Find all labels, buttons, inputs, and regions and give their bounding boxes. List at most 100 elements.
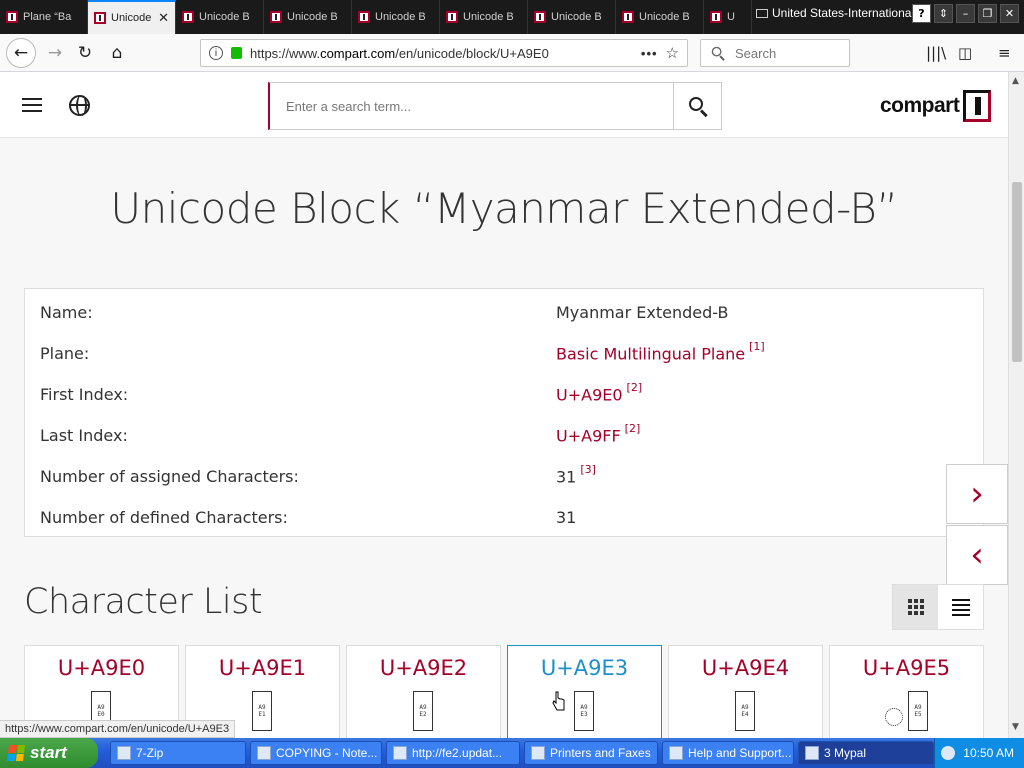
character-code: U+A9E4: [701, 656, 790, 680]
info-row: Number of assigned Characters: 31 [3]: [25, 456, 985, 497]
start-button[interactable]: start: [0, 738, 98, 768]
system-tray: 10:50 AM: [934, 738, 1024, 768]
globe-icon[interactable]: [69, 95, 90, 116]
compart-favicon-icon: [182, 11, 194, 23]
tab-title: Unicode: [111, 12, 152, 24]
chevron-left-icon: ‹: [970, 535, 984, 575]
browser-tab[interactable]: Unicode ✕: [88, 0, 176, 34]
library-icon[interactable]: |||\: [926, 44, 946, 62]
info-value[interactable]: Basic Multilingual Plane [1]: [556, 340, 765, 363]
tray-icon[interactable]: [941, 746, 956, 760]
character-code: U+A9E3: [540, 656, 629, 680]
scroll-thumb[interactable]: [1012, 182, 1022, 362]
scroll-up-icon[interactable]: ▲: [1012, 76, 1019, 86]
list-view-button[interactable]: [938, 585, 983, 629]
restore-button[interactable]: ❐: [978, 4, 997, 23]
language-indicator[interactable]: United States-International: [756, 6, 914, 20]
site-search-input[interactable]: Enter a search term...: [270, 83, 673, 129]
character-code: U+A9E5: [862, 656, 951, 680]
info-label: Plane:: [40, 344, 90, 363]
browser-tab[interactable]: U: [704, 0, 752, 34]
compart-logo[interactable]: compart: [880, 90, 992, 122]
browser-tab[interactable]: Plane “Ba: [0, 0, 88, 34]
menu-icon[interactable]: ≡: [998, 44, 1011, 62]
back-button[interactable]: ←: [6, 38, 36, 68]
task-app-icon: [257, 746, 271, 760]
compart-favicon-icon: [270, 11, 282, 23]
compart-favicon-icon: [6, 11, 18, 23]
block-info-table: Name: Myanmar Extended-B Plane: Basic Multi…: [24, 288, 984, 537]
browser-tab[interactable]: Unicode B: [616, 0, 704, 34]
character-card[interactable]: U+A9E5 A9 E5: [829, 645, 984, 738]
task-label: Printers and Faxes: [550, 746, 651, 760]
tab-title: Unicode B: [463, 11, 514, 23]
tab-title: Unicode B: [375, 11, 426, 23]
scroll-arrows-icon[interactable]: ⇕: [934, 4, 953, 23]
home-button[interactable]: ⌂: [104, 40, 130, 66]
footnote-ref[interactable]: [2]: [627, 381, 643, 394]
info-value-text: Myanmar Extended-B: [556, 303, 729, 322]
compart-favicon-icon: [710, 11, 722, 23]
windows-logo-icon: [6, 745, 26, 761]
footnote-ref[interactable]: [1]: [749, 340, 765, 353]
tab-title: Unicode B: [287, 11, 338, 23]
url-text[interactable]: https://www.compart.com/en/unicode/block…: [250, 46, 633, 61]
close-tab-icon[interactable]: ✕: [158, 10, 169, 26]
info-value[interactable]: U+A9FF [2]: [556, 422, 641, 445]
logo-mark-icon: [963, 90, 992, 122]
language-label: United States-International: [772, 6, 915, 20]
page-scrollbar[interactable]: ▲ ▼: [1008, 72, 1024, 738]
taskbar-task[interactable]: http://fe2.updat...: [386, 741, 520, 765]
browser-tab[interactable]: Unicode B: [264, 0, 352, 34]
help-button[interactable]: ?: [912, 4, 931, 23]
footnote-ref[interactable]: [3]: [580, 463, 596, 476]
next-block-button[interactable]: ›: [946, 464, 1008, 524]
bookmark-star-icon[interactable]: ☆: [666, 44, 679, 62]
info-value[interactable]: U+A9E0 [2]: [556, 381, 643, 404]
minimize-button[interactable]: –: [956, 4, 975, 23]
browser-tab[interactable]: Unicode B: [352, 0, 440, 34]
reload-button[interactable]: ↻: [72, 40, 98, 66]
taskbar-task[interactable]: COPYING - Note...: [250, 741, 382, 765]
scroll-down-icon[interactable]: ▼: [1012, 722, 1019, 732]
info-row: First Index: U+A9E0 [2]: [25, 374, 985, 415]
task-app-icon: [805, 746, 819, 760]
character-glyph: A9 E3: [574, 691, 594, 731]
task-label: http://fe2.updat...: [412, 746, 503, 760]
footnote-ref[interactable]: [2]: [625, 422, 641, 435]
url-domain: compart.com: [320, 45, 396, 61]
url-path: /en/unicode/block/U+A9E0: [395, 45, 549, 61]
page-actions-icon[interactable]: •••: [641, 46, 658, 61]
sidebar-icon[interactable]: ◫: [958, 44, 972, 62]
list-icon: [951, 598, 970, 616]
character-card[interactable]: U+A9E2 A9 E2: [346, 645, 501, 738]
web-page: Enter a search term... compart Unicode B…: [0, 72, 1008, 738]
grid-view-button[interactable]: [893, 585, 938, 629]
character-card[interactable]: U+A9E4 A9 E4: [668, 645, 823, 738]
previous-block-button[interactable]: ‹: [946, 525, 1008, 585]
close-window-button[interactable]: ✕: [1000, 4, 1019, 23]
task-label: 3 Mypal: [824, 746, 867, 760]
character-list-title: Character List: [24, 582, 263, 622]
info-value: Myanmar Extended-B: [556, 303, 728, 322]
info-row: Last Index: U+A9FF [2]: [25, 415, 985, 456]
site-search-button[interactable]: [673, 83, 721, 129]
forward-button[interactable]: →: [42, 40, 68, 66]
browser-tab[interactable]: Unicode B: [176, 0, 264, 34]
info-label: Number of defined Characters:: [40, 508, 288, 527]
taskbar-task[interactable]: 3 Mypal: [798, 741, 934, 765]
taskbar-task[interactable]: 7-Zip: [110, 741, 246, 765]
hamburger-menu-icon[interactable]: [22, 98, 42, 112]
browser-tab[interactable]: Unicode B: [440, 0, 528, 34]
task-app-icon: [669, 746, 683, 760]
lock-icon[interactable]: [231, 47, 242, 59]
taskbar-task[interactable]: Printers and Faxes: [524, 741, 658, 765]
url-bar[interactable]: i https://www.compart.com/en/unicode/blo…: [200, 39, 688, 67]
info-value: 31: [556, 508, 576, 527]
task-app-icon: [393, 746, 407, 760]
browser-tab[interactable]: Unicode B: [528, 0, 616, 34]
info-icon[interactable]: i: [209, 46, 223, 60]
character-card[interactable]: U+A9E3 A9 E3: [507, 645, 662, 738]
browser-search-box[interactable]: Search: [700, 39, 850, 67]
taskbar-task[interactable]: Help and Support...: [662, 741, 794, 765]
